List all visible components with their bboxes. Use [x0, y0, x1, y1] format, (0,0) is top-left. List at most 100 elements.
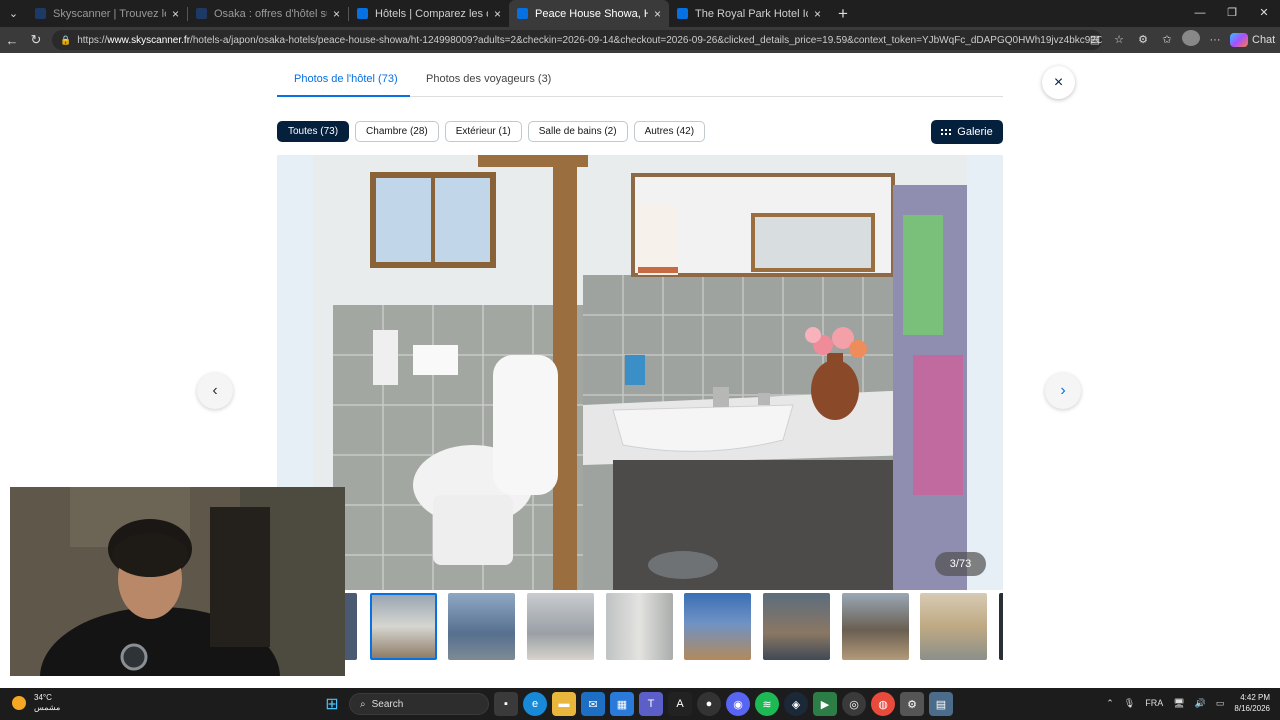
teams-icon[interactable]: T [639, 692, 663, 716]
browser-tab-active[interactable]: Peace House Showa, Hôtels à Osaka × [509, 0, 669, 27]
restore-icon[interactable]: ❐ [1216, 0, 1248, 27]
file-explorer-icon[interactable]: ▬ [552, 692, 576, 716]
tab-traveler-photos[interactable]: Photos des voyageurs (3) [426, 73, 551, 85]
thumbnail-strip [345, 593, 1003, 661]
browser-tab-bar: ⌄ Skyscanner | Trouvez le vol pas cher ×… [0, 0, 1280, 27]
bathroom-photo [313, 155, 967, 590]
filter-room[interactable]: Chambre (28) [355, 121, 439, 142]
copilot-icon [1230, 32, 1248, 47]
site-info-icon[interactable]: 🔒 [60, 35, 71, 46]
webcam-overlay [10, 487, 345, 676]
steam-icon[interactable]: ◈ [784, 692, 808, 716]
xbox-icon[interactable]: ● [697, 692, 721, 716]
language-indicator[interactable]: FRA [1145, 698, 1163, 708]
close-tab-icon[interactable]: × [333, 7, 340, 21]
spotify-icon[interactable]: ≋ [755, 692, 779, 716]
sun-icon [12, 696, 26, 710]
close-tab-icon[interactable]: × [494, 7, 501, 21]
category-filters: Toutes (73) Chambre (28) Extérieur (1) S… [277, 121, 706, 142]
thumbnail[interactable] [920, 593, 987, 660]
thumbnail-selected[interactable] [370, 593, 437, 660]
refresh-icon[interactable]: ↻ [24, 32, 48, 48]
grid-icon [941, 129, 952, 135]
close-tab-icon[interactable]: × [654, 7, 661, 21]
chevron-left-icon: ‹ [212, 382, 218, 399]
task-view-icon[interactable]: ▪ [494, 692, 518, 716]
chevron-right-icon: › [1060, 382, 1066, 399]
close-gallery-button[interactable]: × [1042, 66, 1075, 99]
extensions-icon[interactable]: ⚙ [1134, 33, 1152, 46]
battery-icon[interactable]: ▭ [1216, 698, 1225, 709]
window-controls: — ❐ ✕ [1184, 0, 1280, 27]
profile-avatar[interactable] [1182, 30, 1200, 49]
filter-other[interactable]: Autres (42) [633, 121, 706, 142]
skyscanner-icon [357, 8, 368, 19]
thumbnail[interactable] [527, 593, 594, 660]
outlook-icon[interactable]: ✉ [581, 692, 605, 716]
back-icon[interactable]: ← [0, 33, 24, 48]
photo-source-tabs: Photos de l'hôtel (73) Photos des voyage… [277, 67, 1003, 97]
browser-tab[interactable]: Skyscanner | Trouvez le vol pas cher × [27, 0, 187, 27]
store-icon[interactable]: ▦ [610, 692, 634, 716]
address-bar-row: ← ↻ 🔒 https://www.skyscanner.fr/hotels-a… [0, 27, 1280, 53]
filter-all[interactable]: Toutes (73) [277, 121, 350, 142]
tab-actions-menu[interactable]: ⌄ [0, 0, 27, 27]
tab-hotel-photos[interactable]: Photos de l'hôtel (73) [294, 73, 398, 85]
weather-widget[interactable]: 34°C مشمس [12, 693, 60, 713]
browser-tab[interactable]: Osaka : offres d'hôtel sur Skyscanner × [188, 0, 348, 27]
thumbnail[interactable] [842, 593, 909, 660]
reader-mode-icon[interactable]: ▤ [1086, 33, 1104, 46]
windows-taskbar: 34°C مشمس ⊞ ⌕ Search ▪ e ▬ ✉ ▦ T A ● ◉ ≋… [0, 688, 1280, 720]
edge-icon[interactable]: e [523, 692, 547, 716]
chrome-icon[interactable]: ◍ [871, 692, 895, 716]
clock[interactable]: 4:42 PM 8/16/2026 [1234, 692, 1270, 714]
next-photo-button[interactable]: › [1045, 373, 1081, 409]
thumbnail[interactable] [606, 593, 673, 660]
taskbar-apps: ⊞ ⌕ Search ▪ e ▬ ✉ ▦ T A ● ◉ ≋ ◈ ▶ ◎ ◍ ⚙… [320, 692, 953, 716]
system-tray: ⌃ 🎙 FRA 🖥 🔊 ▭ 4:42 PM 8/16/2026 [1106, 692, 1270, 714]
volume-icon[interactable]: 🔊 [1195, 698, 1206, 709]
settings-gear-icon[interactable]: ⚙ [900, 692, 924, 716]
skyscanner-icon [35, 8, 46, 19]
thumbnail[interactable] [763, 593, 830, 660]
active-tab-underline [277, 95, 410, 97]
chevron-up-icon[interactable]: ⌃ [1106, 698, 1114, 709]
thumbnail[interactable] [999, 593, 1003, 660]
thumbnail[interactable] [684, 593, 751, 660]
close-tab-icon[interactable]: × [172, 7, 179, 21]
filter-bathroom[interactable]: Salle de bains (2) [527, 121, 628, 142]
photo-counter: 3/73 [935, 552, 986, 576]
thumbnail[interactable] [448, 593, 515, 660]
gallery-button[interactable]: Galerie [931, 120, 1003, 144]
terminal-icon[interactable]: ▶ [813, 692, 837, 716]
close-icon: × [1053, 73, 1064, 91]
close-window-icon[interactable]: ✕ [1248, 0, 1280, 27]
new-tab-icon[interactable]: + [829, 4, 857, 24]
toolbar-icons: ▤ ☆ ⚙ ✩ ··· Chat [1086, 30, 1275, 49]
network-icon[interactable]: 🖥 [1173, 698, 1184, 709]
more-menu-icon[interactable]: ··· [1206, 34, 1224, 46]
taskbar-search[interactable]: ⌕ Search [349, 693, 489, 715]
microphone-icon[interactable]: 🎙 [1124, 698, 1135, 709]
skyscanner-icon [677, 8, 688, 19]
windows-start-icon[interactable]: ⊞ [320, 692, 344, 716]
favorites-icon[interactable]: ✩ [1158, 33, 1176, 46]
copilot-chat-button[interactable]: Chat [1230, 32, 1275, 47]
skyscanner-icon [517, 8, 528, 19]
app-a-icon[interactable]: A [668, 692, 692, 716]
previous-photo-button[interactable]: ‹ [197, 373, 233, 409]
filter-exterior[interactable]: Extérieur (1) [444, 121, 522, 142]
favorite-star-icon[interactable]: ☆ [1110, 33, 1128, 46]
obs-icon[interactable]: ◎ [842, 692, 866, 716]
url-field[interactable]: 🔒 https://www.skyscanner.fr/hotels-a/jap… [52, 30, 1102, 50]
main-photo-area [277, 155, 1003, 590]
minimize-icon[interactable]: — [1184, 0, 1216, 27]
close-tab-icon[interactable]: × [814, 7, 821, 21]
search-icon: ⌕ [360, 698, 366, 710]
browser-tab[interactable]: Hôtels | Comparez les offres d'hôtel × [349, 0, 509, 27]
calculator-icon[interactable]: ▤ [929, 692, 953, 716]
skyscanner-icon [196, 8, 207, 19]
discord-icon[interactable]: ◉ [726, 692, 750, 716]
thumbnail[interactable] [345, 593, 357, 660]
browser-tab[interactable]: The Royal Park Hotel Iconic Osaka × [669, 0, 829, 27]
